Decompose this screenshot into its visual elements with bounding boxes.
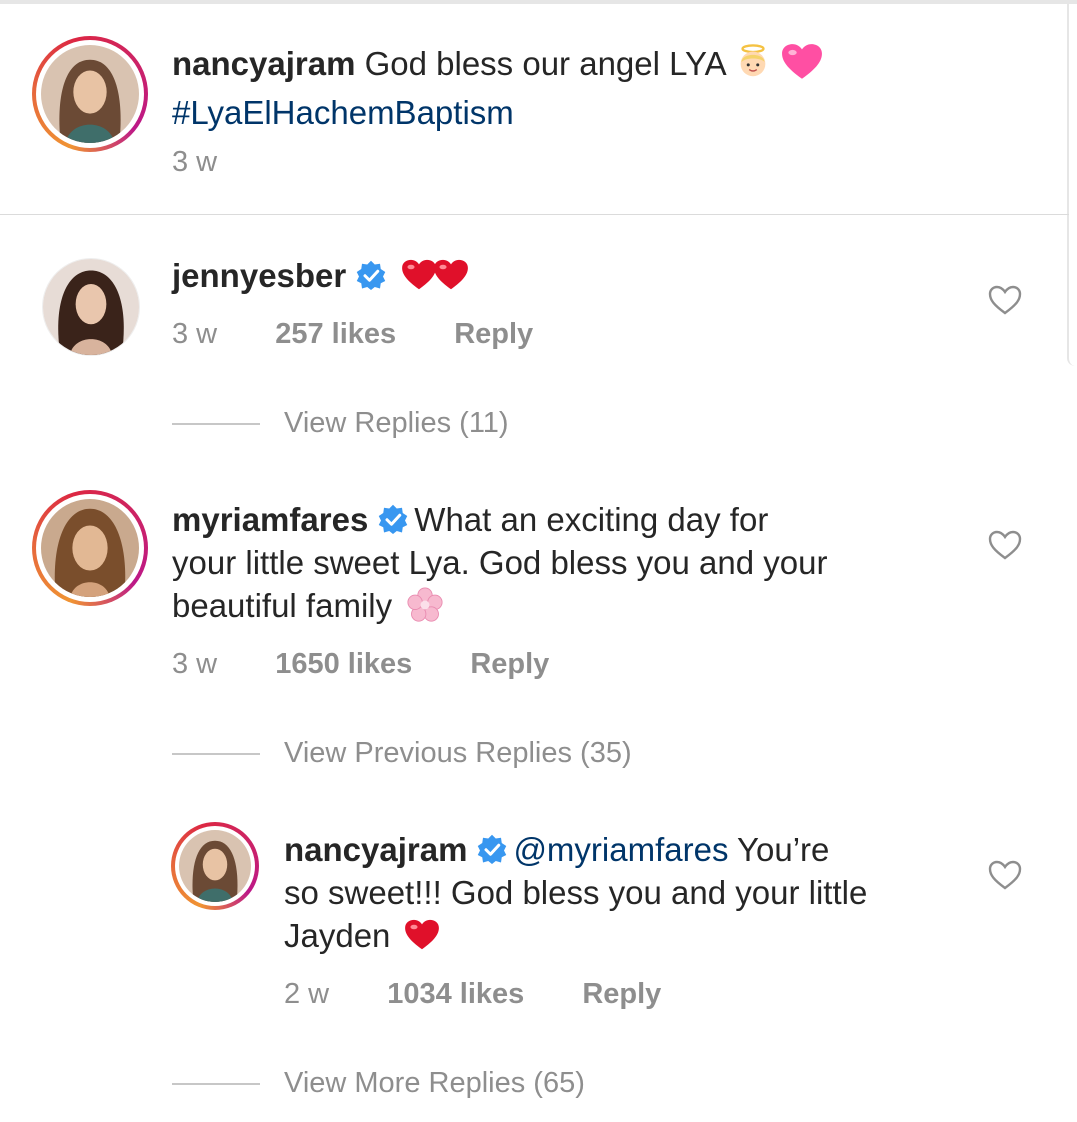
comment-1-view-replies-label: View Replies (11) bbox=[284, 407, 509, 439]
avatar-myriamfares[interactable] bbox=[32, 490, 148, 606]
reply-username[interactable]: nancyajram bbox=[284, 831, 467, 868]
avatar-nancyajram-reply[interactable] bbox=[171, 822, 259, 910]
reply-text: nancyajram @myriamfares You’re so sweet!!… bbox=[284, 828, 984, 961]
angel-emoji-icon bbox=[734, 43, 772, 91]
red-heart-icon bbox=[404, 918, 440, 961]
caption-body: God bless our angel LYA bbox=[355, 45, 725, 82]
comment-2-username[interactable]: myriamfares bbox=[172, 501, 368, 538]
comment-2-text: myriamfares What an exciting day for your… bbox=[172, 498, 972, 633]
comment-2-view-replies[interactable]: View Previous Replies (35) bbox=[172, 737, 632, 770]
comment-1-like-icon[interactable] bbox=[988, 285, 1022, 315]
cherry-blossom-icon bbox=[407, 587, 443, 633]
avatar-jennyesber[interactable] bbox=[42, 258, 140, 356]
caption-divider bbox=[0, 214, 1069, 215]
view-replies-line bbox=[172, 1083, 260, 1086]
reply-body-line3: Jayden bbox=[284, 917, 391, 954]
comment-1-username[interactable]: jennyesber bbox=[172, 257, 346, 294]
reply-time: 2 w bbox=[284, 978, 330, 1010]
reply-likes[interactable]: 1034 likes bbox=[387, 978, 524, 1010]
top-border bbox=[0, 0, 1077, 4]
comment-2-time: 3 w bbox=[172, 648, 218, 680]
comment-2-body-line1: What an exciting day for bbox=[414, 501, 769, 538]
verified-badge-icon bbox=[477, 831, 507, 864]
comment-2-body-line2: your little sweet Lya. God bless you and… bbox=[172, 544, 828, 581]
reply-body-line1: You’re bbox=[728, 831, 830, 868]
comment-1-meta: 3 w 257 likes Reply bbox=[172, 318, 533, 351]
comment-2-likes[interactable]: 1650 likes bbox=[275, 648, 412, 680]
comment-2-reply-button[interactable]: Reply bbox=[470, 648, 549, 680]
comment-1-time: 3 w bbox=[172, 318, 218, 350]
caption-hashtag[interactable]: #LyaElHachemBaptism bbox=[172, 94, 514, 131]
comment-2-like-icon[interactable] bbox=[988, 530, 1022, 560]
verified-badge-icon bbox=[378, 501, 408, 534]
view-more-replies[interactable]: View More Replies (65) bbox=[172, 1067, 585, 1100]
caption-text: nancyajram God bless our angel LYA #LyaE… bbox=[172, 42, 1032, 134]
caption-time: 3 w bbox=[172, 146, 218, 178]
reply-meta: 2 w 1034 likes Reply bbox=[284, 978, 661, 1011]
view-replies-line bbox=[172, 423, 260, 426]
comment-1-view-replies[interactable]: View Replies (11) bbox=[172, 407, 509, 440]
view-more-replies-label: View More Replies (65) bbox=[284, 1067, 585, 1099]
comment-1-text: jennyesber bbox=[172, 254, 469, 301]
comment-2-meta: 3 w 1650 likes Reply bbox=[172, 648, 549, 681]
red-heart-icon bbox=[433, 258, 469, 301]
verified-badge-icon bbox=[356, 257, 386, 290]
reply-like-icon[interactable] bbox=[988, 860, 1022, 890]
comment-1-likes[interactable]: 257 likes bbox=[275, 318, 396, 350]
comment-1-reply-button[interactable]: Reply bbox=[454, 318, 533, 350]
reply-reply-button[interactable]: Reply bbox=[582, 978, 661, 1010]
view-replies-line bbox=[172, 753, 260, 756]
scrollbar[interactable] bbox=[1067, 0, 1077, 366]
reply-mention[interactable]: @myriamfares bbox=[513, 831, 728, 868]
comment-2-body-line3: beautiful family bbox=[172, 587, 393, 624]
comment-2-view-replies-label: View Previous Replies (35) bbox=[284, 737, 632, 769]
caption-username[interactable]: nancyajram bbox=[172, 45, 355, 82]
pink-heart-icon bbox=[781, 43, 823, 91]
avatar-nancyajram-caption[interactable] bbox=[32, 36, 148, 152]
reply-body-line2: so sweet!!! God bless you and your littl… bbox=[284, 874, 868, 911]
red-heart-icon bbox=[401, 258, 437, 301]
